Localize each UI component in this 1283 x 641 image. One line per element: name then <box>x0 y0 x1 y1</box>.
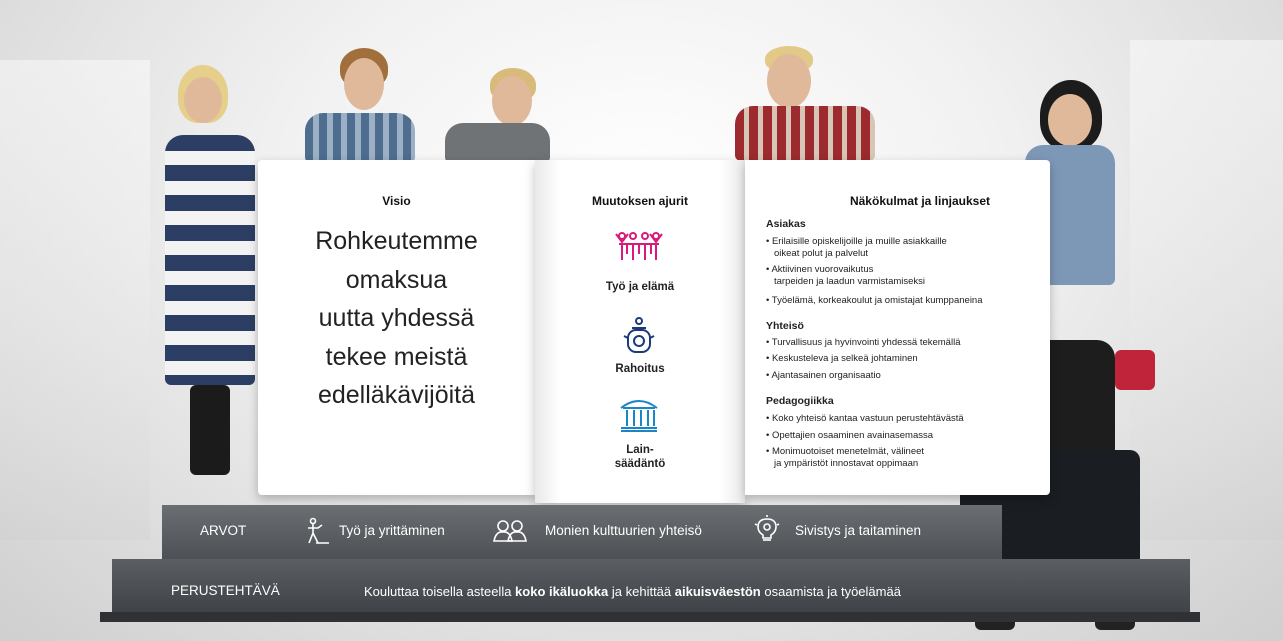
arvot-item-kulttuurit: Monien kulttuurien yhteisö <box>545 523 702 538</box>
person-boy-argyle-sweater <box>435 68 550 163</box>
visio-line: edelläkävijöitä <box>317 381 476 409</box>
person-boy-plaid-shirt <box>300 48 415 163</box>
list-item-line: • Keskusteleva ja selkeä johtaminen <box>766 353 918 364</box>
list-item: • Erilaisille opiskelijoille ja muille a… <box>766 236 996 260</box>
list-item-line: • Opettajien osaaminen avainasemassa <box>766 430 934 441</box>
section-pedagogiikka: Pedagogiikka <box>766 395 834 407</box>
visio-heading: Visio <box>382 194 411 208</box>
list-item-line: • Koko yhteisö kantaa vastuun perustehtä… <box>766 413 964 424</box>
visio-line: omaksua <box>345 265 448 294</box>
list-item-line: ja ympäristöt innostavat oppimaan <box>774 458 919 469</box>
list-item: • Opettajien osaaminen avainasemassa <box>766 430 996 442</box>
ajurit-rahoitus: Rahoitus <box>615 363 665 375</box>
person-woman-striped-dress <box>160 65 270 495</box>
list-item: • Koko yhteisö kantaa vastuun perustehtä… <box>766 413 996 425</box>
worker-icon <box>304 517 330 545</box>
lightbulb-icon <box>754 515 780 543</box>
list-item: • Ajantasainen organisaatio <box>766 370 996 382</box>
perustehtava-text-part: Kouluttaa toisella asteella <box>364 584 516 599</box>
linjaukset-heading: Näkökulmat ja linjaukset <box>849 194 991 208</box>
ajurit-lainsaadanto: Lain- säädäntö <box>575 443 705 471</box>
arvot-item-sivistys: Sivistys ja taitaminen <box>795 523 922 538</box>
ajurit-heading: Muutoksen ajurit <box>591 194 688 208</box>
group-icon <box>493 519 527 543</box>
list-item: • Turvallisuus ja hyvinvointi yhdessä te… <box>766 337 996 349</box>
perustehtava-text-part: osaamista ja työelämää <box>760 584 901 599</box>
person-boy-red-plaid <box>735 46 875 161</box>
perustehtava-text-part: ja kehittää <box>608 584 675 599</box>
section-yhteiso: Yhteisö <box>766 320 804 332</box>
list-item-line: • Ajantasainen organisaatio <box>766 370 881 381</box>
piggy-bank-icon <box>622 316 656 356</box>
step-edge <box>100 612 1200 622</box>
institution-icon <box>619 396 659 432</box>
list-item: • Aktiivinen vuorovaikutus tarpeiden ja … <box>766 264 996 288</box>
list-item: • Työelämä, korkeakoulut ja omistajat ku… <box>766 295 996 307</box>
section-asiakas: Asiakas <box>766 218 806 230</box>
people-icon <box>614 230 664 262</box>
list-item-line: • Työelämä, korkeakoulut ja omistajat ku… <box>766 295 983 306</box>
arvot-label: ARVOT <box>200 523 247 538</box>
list-item-line: • Aktiivinen vuorovaikutus <box>766 264 874 275</box>
perustehtava-text: Kouluttaa toisella asteella koko ikäluok… <box>364 584 901 599</box>
background-corridor-left <box>0 60 150 540</box>
list-item: • Keskusteleva ja selkeä johtaminen <box>766 353 996 365</box>
perustehtava-bold-part: koko ikäluokka <box>515 584 609 599</box>
list-item-line: • Monimuotoiset menetelmät, välineet <box>766 446 925 457</box>
list-item-line: oikeat polut ja palvelut <box>774 248 869 259</box>
list-item-line: • Turvallisuus ja hyvinvointi yhdessä te… <box>766 337 961 348</box>
perustehtava-label: PERUSTEHTÄVÄ <box>171 583 280 598</box>
visio-line: uutta yhdessä <box>318 304 475 332</box>
ajurit-tyo-elama: Työ ja elämä <box>605 281 675 293</box>
visio-line: Rohkeutemme <box>315 227 478 255</box>
ajurit-lainsaadanto-line2: säädäntö <box>614 458 666 470</box>
ajurit-lainsaadanto-line1: Lain- <box>626 444 654 456</box>
arvot-item-tyo: Työ ja yrittäminen <box>339 523 445 538</box>
perustehtava-bold-part: aikuisväestön <box>674 584 761 599</box>
list-item-line: tarpeiden ja laadun varmistamiseksi <box>774 276 926 287</box>
visio-statement: Rohkeutemme omaksua uutta yhdessä tekee … <box>258 222 535 415</box>
list-item-line: • Erilaisille opiskelijoille ja muille a… <box>766 236 947 247</box>
visio-line: tekee meistä <box>325 342 468 371</box>
list-item: • Monimuotoiset menetelmät, välineet ja … <box>766 446 996 470</box>
